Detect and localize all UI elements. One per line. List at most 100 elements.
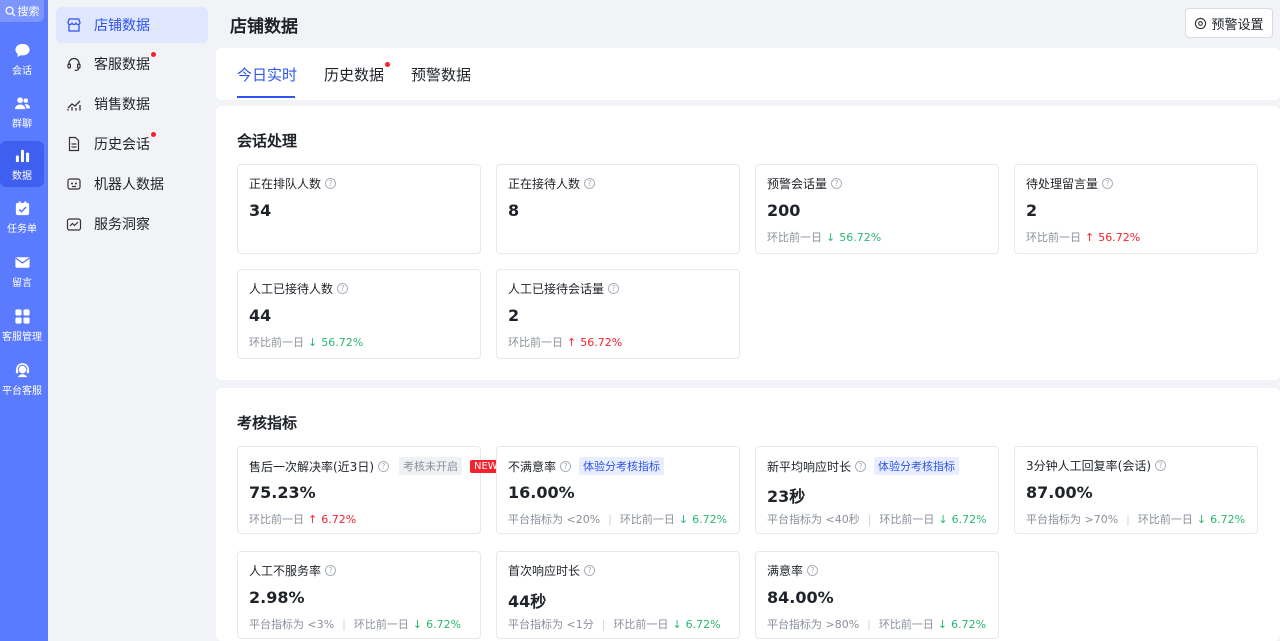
kpi-label: 售后一次解决率(近3日): [249, 459, 374, 474]
compare-label: 环比前一日: [767, 231, 822, 244]
compare-label: 环比前一日: [879, 513, 935, 526]
arrow-down-icon: ↓: [678, 512, 689, 526]
rail-item-agent-manage[interactable]: 客服管理: [0, 302, 44, 348]
tab-warning-data[interactable]: 预警数据: [411, 64, 471, 85]
chat-icon: [14, 43, 30, 57]
compare-label: 环比前一日: [508, 336, 563, 349]
rail-item-platform-support[interactable]: 平台客服: [0, 356, 44, 402]
arrow-down-icon: ↓: [412, 617, 423, 631]
headset-icon: [67, 57, 81, 72]
rail-item-label: 会话: [12, 65, 32, 77]
help-icon[interactable]: ?: [831, 178, 843, 189]
sidebar-item-label: 客服数据: [94, 52, 156, 74]
experience-badge: 体验分考核指标: [874, 457, 960, 475]
sidebar-item-label: 历史会话: [94, 132, 156, 154]
sidebar-item-label: 销售数据: [94, 97, 150, 113]
sidebar-item-agent-data[interactable]: 客服数据: [56, 46, 208, 82]
metric-value: 2: [508, 306, 520, 325]
platform-target: 平台指标为 >80%: [767, 618, 860, 631]
change-value: 6.72%: [692, 512, 728, 526]
page-title: 店铺数据: [230, 17, 298, 37]
tab-today-realtime[interactable]: 今日实时: [237, 64, 297, 85]
arrow-up-icon: ↑: [1085, 230, 1095, 244]
help-icon[interactable]: ?: [560, 460, 572, 472]
metric-card: 预警会话量? 200 环比前一日 ↓ 56.72%: [755, 164, 999, 254]
status-badge: 考核未开启: [399, 457, 462, 475]
sidebar-item-shop-data[interactable]: 店铺数据: [56, 7, 208, 43]
arrow-up-icon: ↑: [567, 335, 577, 349]
change-value: 6.72%: [426, 617, 462, 631]
kpi-label: 满意率: [767, 564, 804, 578]
help-icon[interactable]: ?: [337, 283, 349, 294]
arrow-down-icon: ↓: [672, 617, 682, 631]
compare-label: 环比前一日: [1026, 231, 1081, 244]
metric-label: 人工已接待会话量: [508, 282, 605, 296]
experience-badge: 体验分考核指标: [579, 457, 665, 475]
metric-card: 人工已接待人数? 44 环比前一日 ↓ 56.72%: [237, 269, 481, 359]
compare-label: 环比前一日: [353, 618, 409, 631]
tab-history-data[interactable]: 历史数据: [324, 62, 391, 85]
help-icon[interactable]: ?: [325, 565, 337, 576]
kpi-card: 首次响应时长? 44秒 平台指标为 <1分 | 环比前一日 ↓ 6.72%: [496, 551, 740, 639]
rail-item-data[interactable]: 数据: [0, 141, 44, 187]
metric-card: 正在接待人数? 8: [496, 164, 740, 254]
metric-card: 待处理留言量? 2 环比前一日 ↑ 56.72%: [1014, 164, 1258, 254]
kpi-value: 87.00%: [1026, 483, 1093, 502]
sidebar-item-label: 店铺数据: [94, 18, 150, 34]
rail-item-task[interactable]: 任务单: [0, 194, 44, 240]
change-value: 56.72%: [1098, 230, 1141, 244]
help-icon[interactable]: ?: [584, 178, 596, 189]
platform-target: 平台指标为 <3%: [249, 618, 335, 631]
section-title: 考核指标: [237, 414, 298, 432]
active-tab-indicator: [237, 96, 295, 98]
change-value: 56.72%: [839, 230, 882, 244]
metric-value: 44: [249, 306, 272, 325]
search-button[interactable]: 搜索: [0, 0, 44, 22]
metric-card: 正在排队人数? 34: [237, 164, 481, 254]
arrow-down-icon: ↓: [308, 335, 318, 349]
search-label: 搜索: [17, 5, 40, 18]
section-title: 会话处理: [237, 132, 298, 150]
platform-target: 平台指标为 <1分: [508, 618, 594, 631]
rail-item-group[interactable]: 群聊: [0, 89, 44, 135]
sidebar-item-service-insight[interactable]: 服务洞察: [56, 206, 208, 242]
help-icon[interactable]: ?: [325, 178, 337, 189]
shop-icon: [67, 18, 81, 32]
sidebar-item-sales-data[interactable]: 销售数据: [56, 86, 208, 122]
rail-item-label: 留言: [12, 277, 32, 289]
compare-label: 环比前一日: [619, 513, 675, 526]
insight-icon: [66, 218, 82, 231]
change-value: 56.72%: [321, 335, 364, 349]
help-icon[interactable]: ?: [608, 283, 620, 294]
kpi-value: 84.00%: [767, 588, 834, 607]
settings-icon: [1195, 17, 1207, 29]
help-icon[interactable]: ?: [1155, 460, 1166, 471]
document-icon: [68, 136, 80, 152]
rail-item-message[interactable]: 留言: [0, 248, 44, 294]
arrow-down-icon: ↓: [937, 617, 948, 631]
trend-icon: [67, 100, 81, 111]
platform-target: 平台指标为 <20%: [508, 513, 601, 526]
help-icon[interactable]: ?: [584, 565, 596, 576]
warning-settings-button[interactable]: 预警设置: [1185, 8, 1273, 38]
grid-icon: [14, 308, 30, 324]
robot-icon: [67, 178, 81, 190]
change-value: 6.72%: [1210, 512, 1246, 526]
kpi-label: 3分钟人工回复率(会话): [1026, 459, 1151, 473]
rail-item-chat[interactable]: 会话: [0, 36, 44, 82]
kpi-label: 首次响应时长: [508, 564, 581, 578]
support-icon: [15, 362, 29, 377]
tab-bar: 今日实时 历史数据 预警数据: [216, 48, 1280, 100]
help-icon[interactable]: ?: [855, 460, 867, 472]
help-icon[interactable]: ?: [378, 460, 389, 472]
compare-label: 环比前一日: [249, 336, 304, 349]
arrow-up-icon: ↑: [308, 512, 318, 526]
metric-value: 34: [249, 201, 272, 220]
sidebar-item-robot-data[interactable]: 机器人数据: [56, 166, 208, 202]
kpi-card: 人工不服务率? 2.98% 平台指标为 <3% | 环比前一日 ↓ 6.72%: [237, 551, 481, 639]
sidebar-item-history-session[interactable]: 历史会话: [56, 126, 208, 162]
help-icon[interactable]: ?: [807, 565, 819, 576]
metric-label: 人工已接待人数: [249, 282, 334, 296]
help-icon[interactable]: ?: [1102, 178, 1114, 189]
metric-label: 正在接待人数: [508, 177, 581, 191]
